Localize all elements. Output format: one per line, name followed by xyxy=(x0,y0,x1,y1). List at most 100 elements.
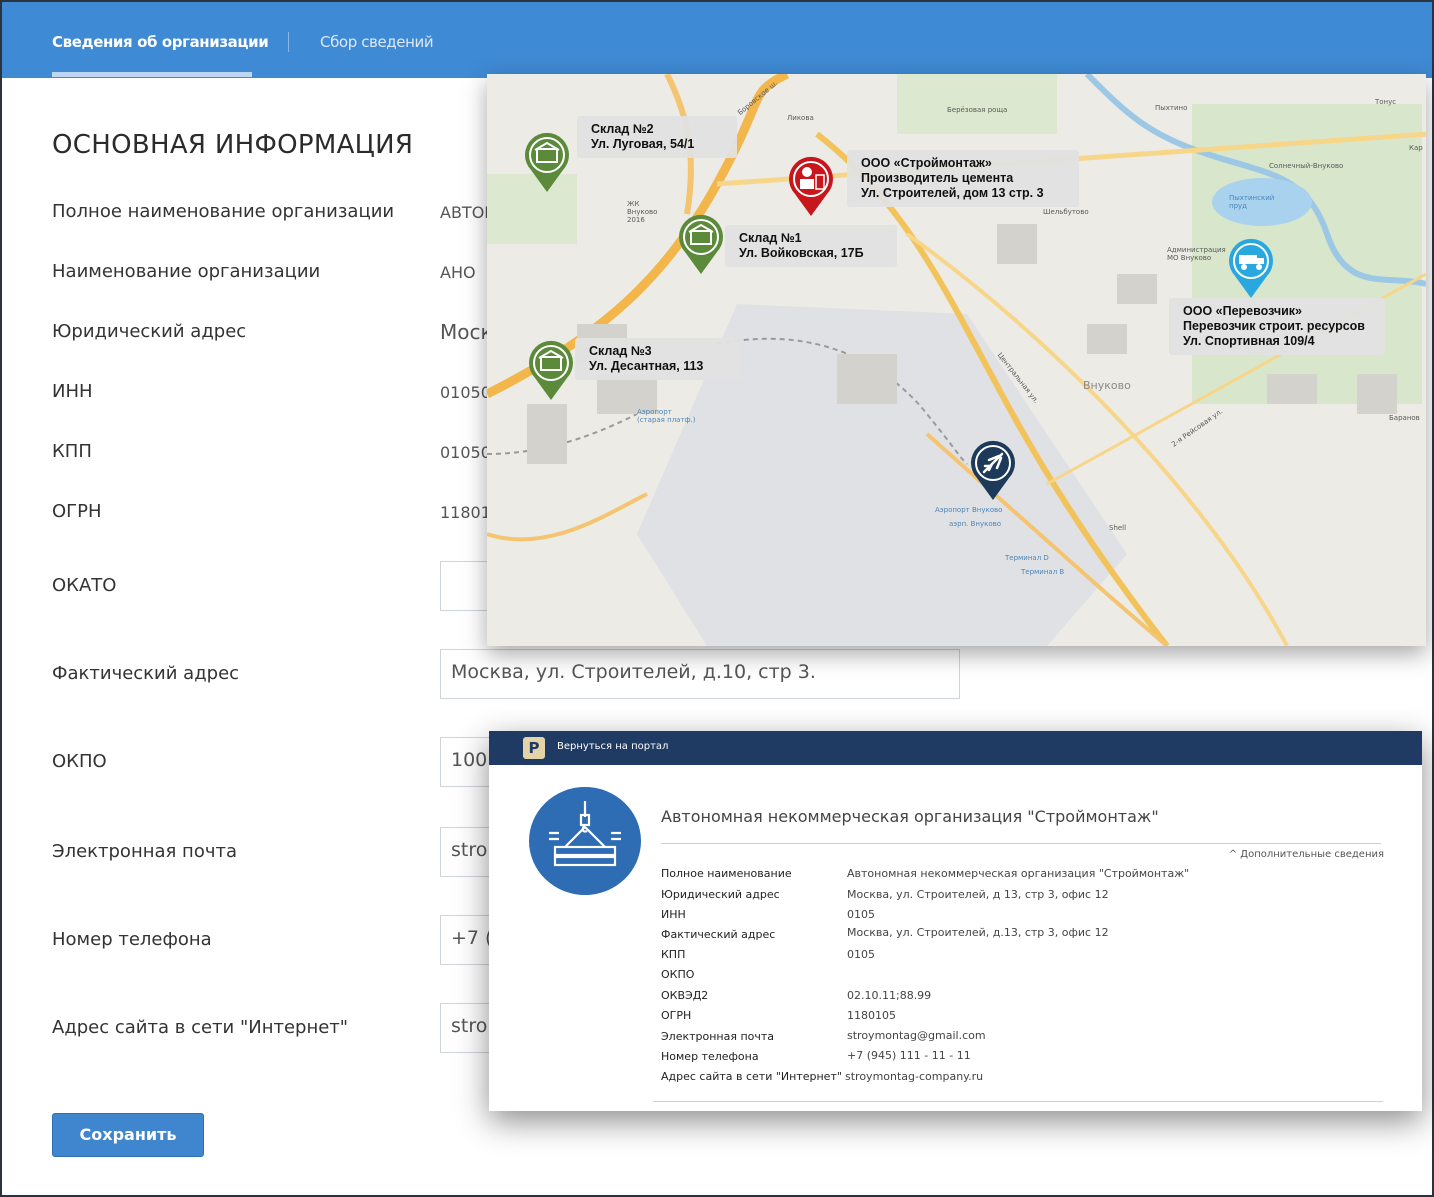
label-okato: ОКАТО xyxy=(52,575,117,596)
card-label-email: Электронная почта xyxy=(661,1030,775,1043)
tab-separator xyxy=(288,32,289,52)
producer-pin-icon[interactable] xyxy=(785,152,837,218)
card-value-actual-address: Москва, ул. Строителей, д.13, стр 3, офи… xyxy=(847,926,1109,939)
tab-data-collection[interactable]: Сбор сведений xyxy=(320,33,434,51)
callout-title: Склад №3 xyxy=(589,344,652,358)
callout-stroymontag[interactable]: ООО «Строймонтаж» Производитель цемента … xyxy=(847,150,1079,207)
map-park-area xyxy=(897,74,1057,134)
map-place-label: Солнечный-Внуково xyxy=(1269,162,1344,170)
callout-carrier[interactable]: ООО «Перевозчик» Перевозчик строит. ресу… xyxy=(1169,298,1385,355)
map-place-label: Терминал В xyxy=(1021,568,1065,576)
callout-title: ООО «Перевозчик» xyxy=(1183,304,1302,318)
card-value-website[interactable]: stroymontag-company.ru xyxy=(845,1070,983,1083)
label-inn: ИНН xyxy=(52,381,93,402)
save-button[interactable]: Сохранить xyxy=(52,1113,204,1157)
value-inn: 01050 xyxy=(440,383,491,402)
map-place-label: Shell xyxy=(1109,524,1127,532)
callout-address: Ул. Десантная, 113 xyxy=(589,359,704,373)
value-short-name: АНО xyxy=(440,263,476,282)
callout-address: Ул. Спортивная 109/4 xyxy=(1183,334,1315,348)
map-place-label: Берёзовая роща xyxy=(947,106,1008,114)
card-value-inn: 0105 xyxy=(847,908,875,921)
card-label-actual-address: Фактический адрес xyxy=(661,928,776,941)
card-label-phone: Номер телефона xyxy=(661,1050,759,1063)
map-place-label: Администрация МО Внуково xyxy=(1167,246,1226,262)
map-place-label: ЖК Внуково 2016 xyxy=(627,200,658,224)
portal-header-bar: Р Вернуться на портал xyxy=(489,731,1422,765)
value-kpp: 01050 xyxy=(440,443,491,462)
callout-description: Производитель цемента xyxy=(861,171,1014,185)
card-value-okved: 02.10.11;88.99 xyxy=(847,989,932,1002)
map-place-label: Тонус xyxy=(1375,98,1397,106)
additional-info-toggle[interactable]: ^ Дополнительные сведения xyxy=(1229,849,1384,860)
label-kpp: КПП xyxy=(52,441,92,462)
top-navigation-bar: Сведения об организации Сбор сведений xyxy=(2,2,1432,78)
card-value-legal-address: Москва, ул. Строителей, д 13, стр 3, офи… xyxy=(847,888,1109,901)
map-place-label: Кар xyxy=(1409,144,1423,152)
label-legal-address: Юридический адрес xyxy=(52,321,247,342)
label-ogrn: ОГРН xyxy=(52,501,102,522)
map-place-label: Терминал D xyxy=(1005,554,1049,562)
map-place-label: Внуково xyxy=(1083,379,1131,392)
callout-address: Ул. Луговая, 54/1 xyxy=(591,137,695,151)
map-panel[interactable]: Ликова Берёзовая роща Пыхтино Тонус Кар … xyxy=(487,74,1426,646)
warehouse-pin-icon[interactable] xyxy=(675,210,727,276)
actual-address-input[interactable]: Москва, ул. Строителей, д.10, стр 3. xyxy=(440,649,960,699)
tab-organization-info[interactable]: Сведения об организации xyxy=(52,33,269,51)
label-short-name: Наименование организации xyxy=(52,261,321,282)
warehouse-pin-icon[interactable] xyxy=(521,128,573,194)
map-place-label: Шельбутово xyxy=(1043,208,1089,216)
map-place-label: Баранов xyxy=(1389,414,1420,422)
callout-title: Склад №2 xyxy=(591,122,654,136)
label-email: Электронная почта xyxy=(52,841,237,862)
value-full-name: АВТОІ xyxy=(440,203,490,222)
card-label-kpp: КПП xyxy=(661,948,686,961)
map-place-label: Аэропорт Внуково xyxy=(935,506,1003,514)
title-divider xyxy=(661,843,1381,844)
card-label-legal-address: Юридический адрес xyxy=(661,888,780,901)
map-road xyxy=(487,492,648,542)
card-value-email[interactable]: stroymontag@gmail.com xyxy=(847,1029,986,1042)
label-okpo: ОКПО xyxy=(52,751,107,772)
map-place-label: Пыхтино xyxy=(1155,104,1188,112)
back-to-portal-link[interactable]: Вернуться на портал xyxy=(557,741,668,752)
carrier-truck-pin-icon[interactable] xyxy=(1225,234,1277,300)
card-value-kpp: 0105 xyxy=(847,948,875,961)
crane-cargo-avatar-icon xyxy=(529,787,641,895)
card-label-website: Адрес сайта в сети "Интернет" xyxy=(661,1070,842,1083)
card-label-full-name: Полное наименование xyxy=(661,867,792,880)
organization-card: Р Вернуться на портал Автономная некомме… xyxy=(489,731,1422,1111)
airport-plane-pin-icon[interactable] xyxy=(967,436,1019,502)
warehouse-pin-icon[interactable] xyxy=(525,336,577,402)
card-value-ogrn: 1180105 xyxy=(847,1009,896,1022)
card-label-okpo: ОКПО xyxy=(661,968,695,981)
value-ogrn: 11801 xyxy=(440,503,491,522)
map-place-label: Пыхтинский пруд xyxy=(1229,194,1275,210)
map-place-label: аэрп. Внуково xyxy=(949,520,1002,528)
card-bottom-divider xyxy=(653,1101,1383,1102)
label-actual-address: Фактический адрес xyxy=(52,663,240,684)
organization-title: Автономная некоммерческая организация "С… xyxy=(661,807,1159,826)
map-place-label: Ликова xyxy=(787,114,814,122)
callout-warehouse-1[interactable]: Склад №1 Ул. Войковская, 17Б xyxy=(725,225,897,267)
card-value-full-name: Автономная некоммерческая организация "С… xyxy=(847,867,1190,880)
map-place-label: Аэропорт (старая платф.) xyxy=(637,408,696,424)
value-legal-address: Моск xyxy=(440,320,493,344)
label-full-name: Полное наименование организации xyxy=(52,201,395,222)
label-phone: Номер телефона xyxy=(52,929,212,950)
portal-logo-icon: Р xyxy=(523,737,545,759)
card-label-ogrn: ОГРН xyxy=(661,1009,692,1022)
label-website: Адрес сайта в сети "Интернет" xyxy=(52,1017,349,1038)
card-label-inn: ИНН xyxy=(661,908,686,921)
callout-title: Склад №1 xyxy=(739,231,802,245)
callout-description: Перевозчик строит. ресурсов xyxy=(1183,319,1365,333)
section-title: ОСНОВНАЯ ИНФОРМАЦИЯ xyxy=(52,130,414,160)
callout-address: Ул. Войковская, 17Б xyxy=(739,246,864,260)
card-value-phone: +7 (945) 111 - 11 - 11 xyxy=(847,1049,971,1062)
callout-title: ООО «Строймонтаж» xyxy=(861,156,992,170)
card-label-okved: ОКВЭД2 xyxy=(661,989,709,1002)
callout-address: Ул. Строителей, дом 13 стр. 3 xyxy=(861,186,1044,200)
active-tab-indicator xyxy=(52,72,252,77)
callout-warehouse-3[interactable]: Склад №3 Ул. Десантная, 113 xyxy=(575,338,741,380)
callout-warehouse-2[interactable]: Склад №2 Ул. Луговая, 54/1 xyxy=(577,116,737,158)
